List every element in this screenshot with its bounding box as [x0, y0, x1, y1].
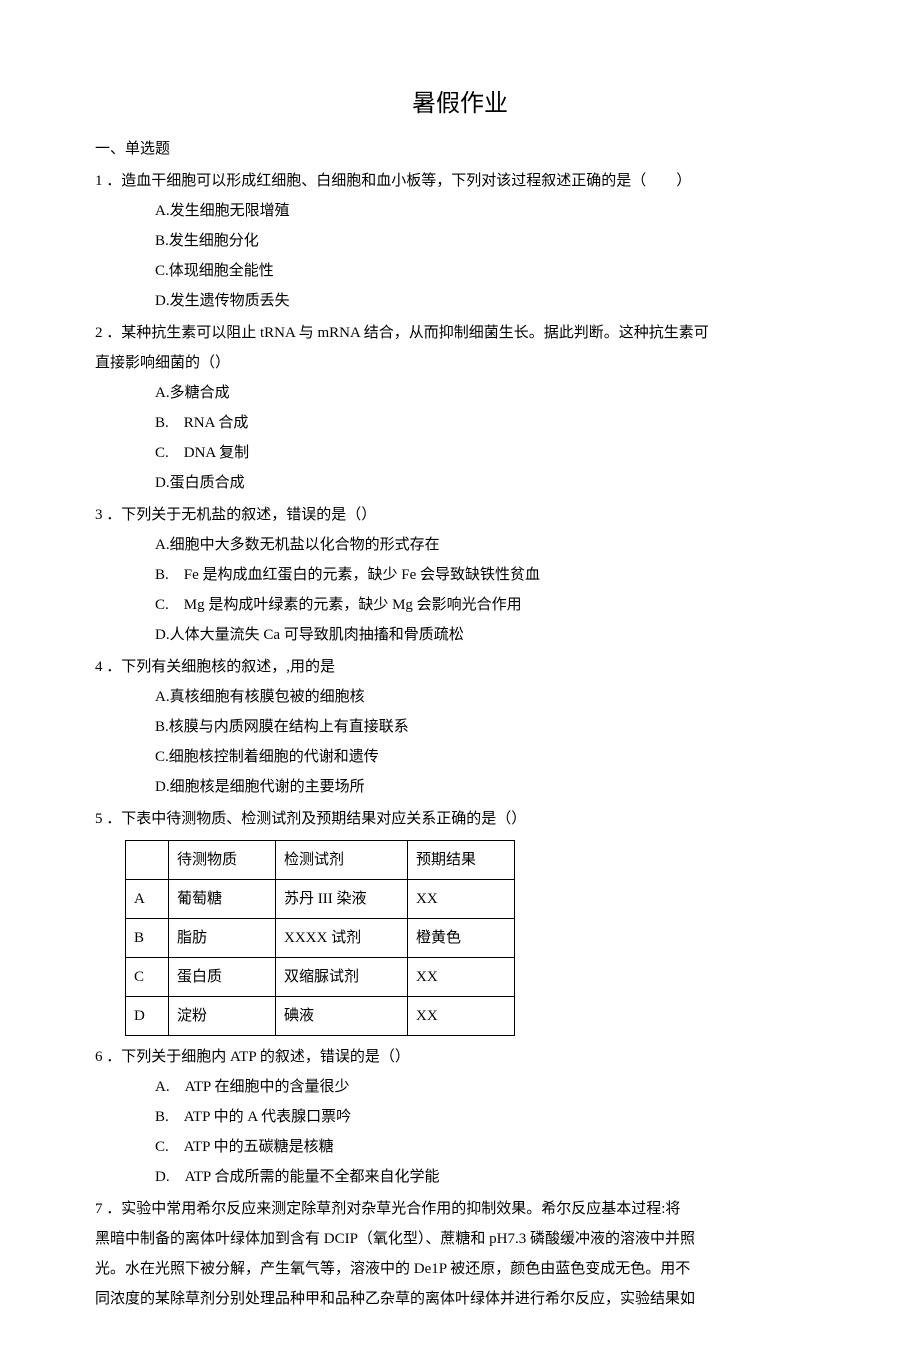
q7-line1: 7 ．实验中常用希尔反应来测定除草剂对杂草光合作用的抑制效果。希尔反应基本过程:…	[95, 1194, 825, 1224]
q7-line2: 黑暗中制备的离体叶绿体加到含有 DCIP（氧化型）、蔗糖和 pH7.3 磷酸缓冲…	[95, 1224, 825, 1254]
header-result: 预期结果	[408, 841, 515, 880]
q2-option-b: B. RNA 合成	[95, 408, 825, 438]
q3-option-b: B. Fe 是构成血红蛋白的元素，缺少 Fe 会导致缺铁性贫血	[95, 560, 825, 590]
q4-option-a: A.真核细胞有核膜包被的细胞核	[95, 682, 825, 712]
q2-option-a: A.多糖合成	[95, 378, 825, 408]
row-result: 橙黄色	[408, 919, 515, 958]
q1-stem: 1 ．造血干细胞可以形成红细胞、白细胞和血小板等，下列对该过程叙述正确的是（ ）	[95, 166, 825, 196]
q2-stem-line1: 2 ．某种抗生素可以阻止 tRNA 与 mRNA 结合，从而抑制细菌生长。据此判…	[95, 318, 825, 348]
table-header-row: 待测物质 检测试剂 预期结果	[126, 841, 515, 880]
row-reagent: XXXX 试剂	[276, 919, 408, 958]
q4-option-b: B.核膜与内质网膜在结构上有直接联系	[95, 712, 825, 742]
q1-option-c: C.体现细胞全能性	[95, 256, 825, 286]
q6-option-d: D. ATP 合成所需的能量不全都来自化学能	[95, 1162, 825, 1192]
q2-stem-line2: 直接影响细菌的（）	[95, 348, 825, 378]
q2-option-d: D.蛋白质合成	[95, 468, 825, 498]
row-substance: 脂肪	[169, 919, 276, 958]
header-reagent: 检测试剂	[276, 841, 408, 880]
q7-line3: 光。水在光照下被分解，产生氧气等，溶液中的 De1P 被还原，颜色由蓝色变成无色…	[95, 1254, 825, 1284]
header-blank	[126, 841, 169, 880]
q4-option-c: C.细胞核控制着细胞的代谢和遗传	[95, 742, 825, 772]
header-substance: 待测物质	[169, 841, 276, 880]
row-reagent: 碘液	[276, 997, 408, 1036]
table-row: C 蛋白质 双缩脲试剂 XX	[126, 958, 515, 997]
page-title: 暑假作业	[95, 80, 825, 128]
q4-stem: 4 ．下列有关细胞核的叙述，,用的是	[95, 652, 825, 682]
q6-option-a: A. ATP 在细胞中的含量很少	[95, 1072, 825, 1102]
row-key: B	[126, 919, 169, 958]
row-result: XX	[408, 997, 515, 1036]
q1-option-a: A.发生细胞无限增殖	[95, 196, 825, 226]
table-row: D 淀粉 碘液 XX	[126, 997, 515, 1036]
q3-stem: 3 ．下列关于无机盐的叙述，错误的是（）	[95, 500, 825, 530]
q6-option-b: B. ATP 中的 A 代表腺口票吟	[95, 1102, 825, 1132]
q7-line4: 同浓度的某除草剂分别处理品种甲和品种乙杂草的离体叶绿体并进行希尔反应，实验结果如	[95, 1284, 825, 1314]
section-heading: 一、单选题	[95, 134, 825, 164]
q1-option-b: B.发生细胞分化	[95, 226, 825, 256]
row-key: C	[126, 958, 169, 997]
q1-option-d: D.发生遗传物质丢失	[95, 286, 825, 316]
row-reagent: 苏丹 III 染液	[276, 880, 408, 919]
row-key: A	[126, 880, 169, 919]
table-row: A 葡萄糖 苏丹 III 染液 XX	[126, 880, 515, 919]
row-result: XX	[408, 958, 515, 997]
table-row: B 脂肪 XXXX 试剂 橙黄色	[126, 919, 515, 958]
q6-stem: 6 ．下列关于细胞内 ATP 的叙述，错误的是（）	[95, 1042, 825, 1072]
q6-option-c: C. ATP 中的五碳糖是核糖	[95, 1132, 825, 1162]
q5-table: 待测物质 检测试剂 预期结果 A 葡萄糖 苏丹 III 染液 XX B 脂肪 X…	[125, 840, 515, 1036]
q3-option-a: A.细胞中大多数无机盐以化合物的形式存在	[95, 530, 825, 560]
q4-option-d: D.细胞核是细胞代谢的主要场所	[95, 772, 825, 802]
q3-option-c: C. Mg 是构成叶绿素的元素，缺少 Mg 会影响光合作用	[95, 590, 825, 620]
row-substance: 蛋白质	[169, 958, 276, 997]
row-key: D	[126, 997, 169, 1036]
row-substance: 葡萄糖	[169, 880, 276, 919]
row-result: XX	[408, 880, 515, 919]
row-substance: 淀粉	[169, 997, 276, 1036]
q3-option-d: D.人体大量流失 Ca 可导致肌肉抽搐和骨质疏松	[95, 620, 825, 650]
q5-stem: 5 ．下表中待测物质、检测试剂及预期结果对应关系正确的是（）	[95, 804, 825, 834]
row-reagent: 双缩脲试剂	[276, 958, 408, 997]
q2-option-c: C. DNA 复制	[95, 438, 825, 468]
